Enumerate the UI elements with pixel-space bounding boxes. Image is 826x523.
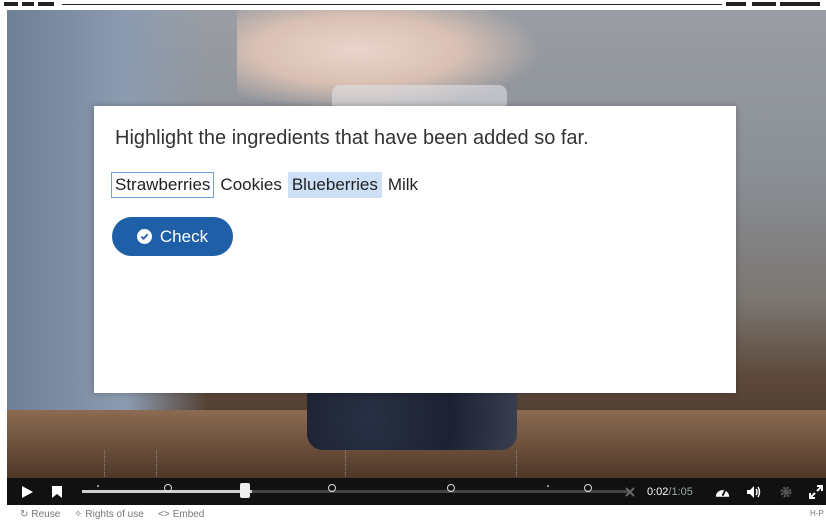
reuse-link[interactable]: ↻ Reuse (20, 509, 60, 520)
top-strip (0, 0, 826, 10)
check-circle-icon (136, 229, 152, 244)
embed-icon: <> (158, 509, 170, 520)
word-strawberries[interactable]: Strawberries (111, 172, 215, 198)
settings-icon[interactable] (777, 478, 795, 505)
end-marker-icon (623, 478, 637, 505)
fullscreen-icon[interactable] (807, 478, 825, 505)
seek-handle[interactable] (240, 483, 250, 498)
time-display: 0:02 / 1:05 (647, 485, 693, 498)
check-button-label: Check (159, 226, 209, 246)
interaction-panel: Highlight the ingredients that have been… (94, 106, 736, 393)
speed-icon[interactable] (712, 478, 732, 505)
word-blueberries[interactable]: Blueberries (287, 172, 382, 198)
question-text: Highlight the ingredients that have been… (115, 127, 589, 149)
word-list: Strawberries Cookies Blueberries Milk (111, 172, 424, 198)
word-milk[interactable]: Milk (384, 172, 422, 198)
reuse-icon: ↻ (20, 509, 29, 520)
bookmark-icon[interactable] (49, 478, 65, 505)
play-icon[interactable] (17, 478, 37, 505)
seek-bar[interactable] (82, 483, 630, 498)
word-cookies[interactable]: Cookies (216, 172, 285, 198)
volume-icon[interactable] (745, 478, 763, 505)
brand-logo: H-P (810, 509, 824, 518)
handshake-icon: ✧ (74, 509, 83, 520)
current-time: 0:02 (647, 485, 669, 498)
footer-bar: ↻ Reuse ✧ Rights of use <> Embed H-P (0, 505, 826, 523)
player-controls: 0:02 / 1:05 (7, 478, 826, 505)
embed-link[interactable]: <> Embed (158, 509, 204, 520)
check-button[interactable]: Check (112, 217, 233, 256)
rights-link[interactable]: ✧ Rights of use (74, 509, 144, 520)
duration: 1:05 (671, 485, 693, 498)
